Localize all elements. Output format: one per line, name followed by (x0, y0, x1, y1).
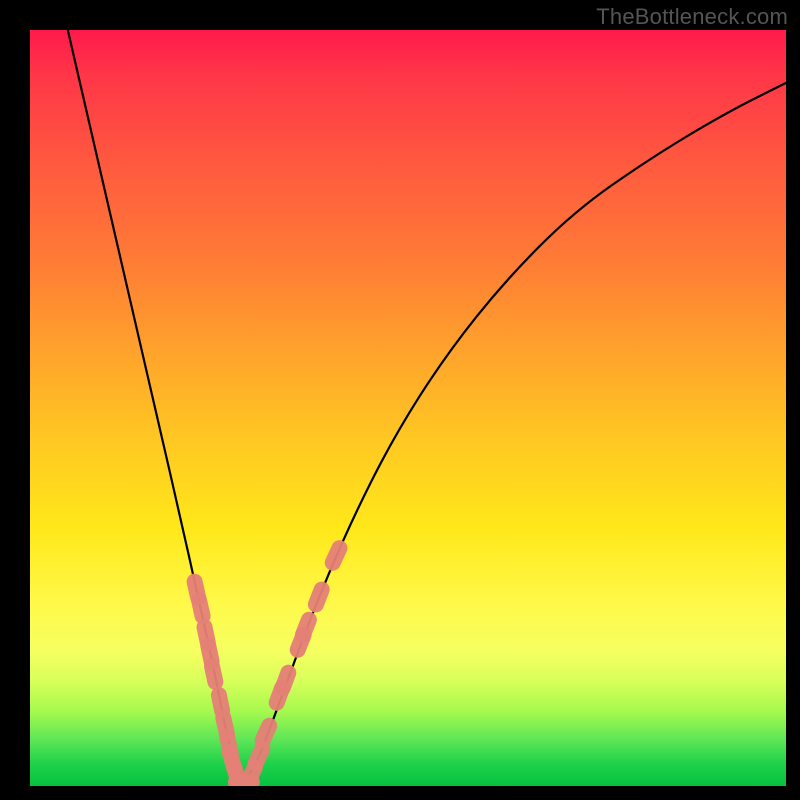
watermark-text: TheBottleneck.com (596, 4, 788, 30)
right-marker-6 (303, 620, 309, 635)
chart-frame: TheBottleneck.com (0, 0, 800, 800)
data-markers (195, 548, 340, 782)
right-marker-4 (283, 673, 289, 688)
right-marker-8 (333, 548, 340, 563)
right-marker-7 (316, 590, 322, 605)
left-marker-6 (219, 695, 222, 711)
right-marker-1 (256, 749, 263, 764)
left-marker-5 (212, 666, 215, 682)
curve-svg (30, 30, 786, 786)
right-marker-2 (263, 726, 270, 741)
bottleneck-curve (68, 30, 786, 780)
bottleneck-curve-path (68, 30, 786, 780)
left-marker-2 (199, 601, 203, 617)
plot-area (30, 30, 786, 786)
